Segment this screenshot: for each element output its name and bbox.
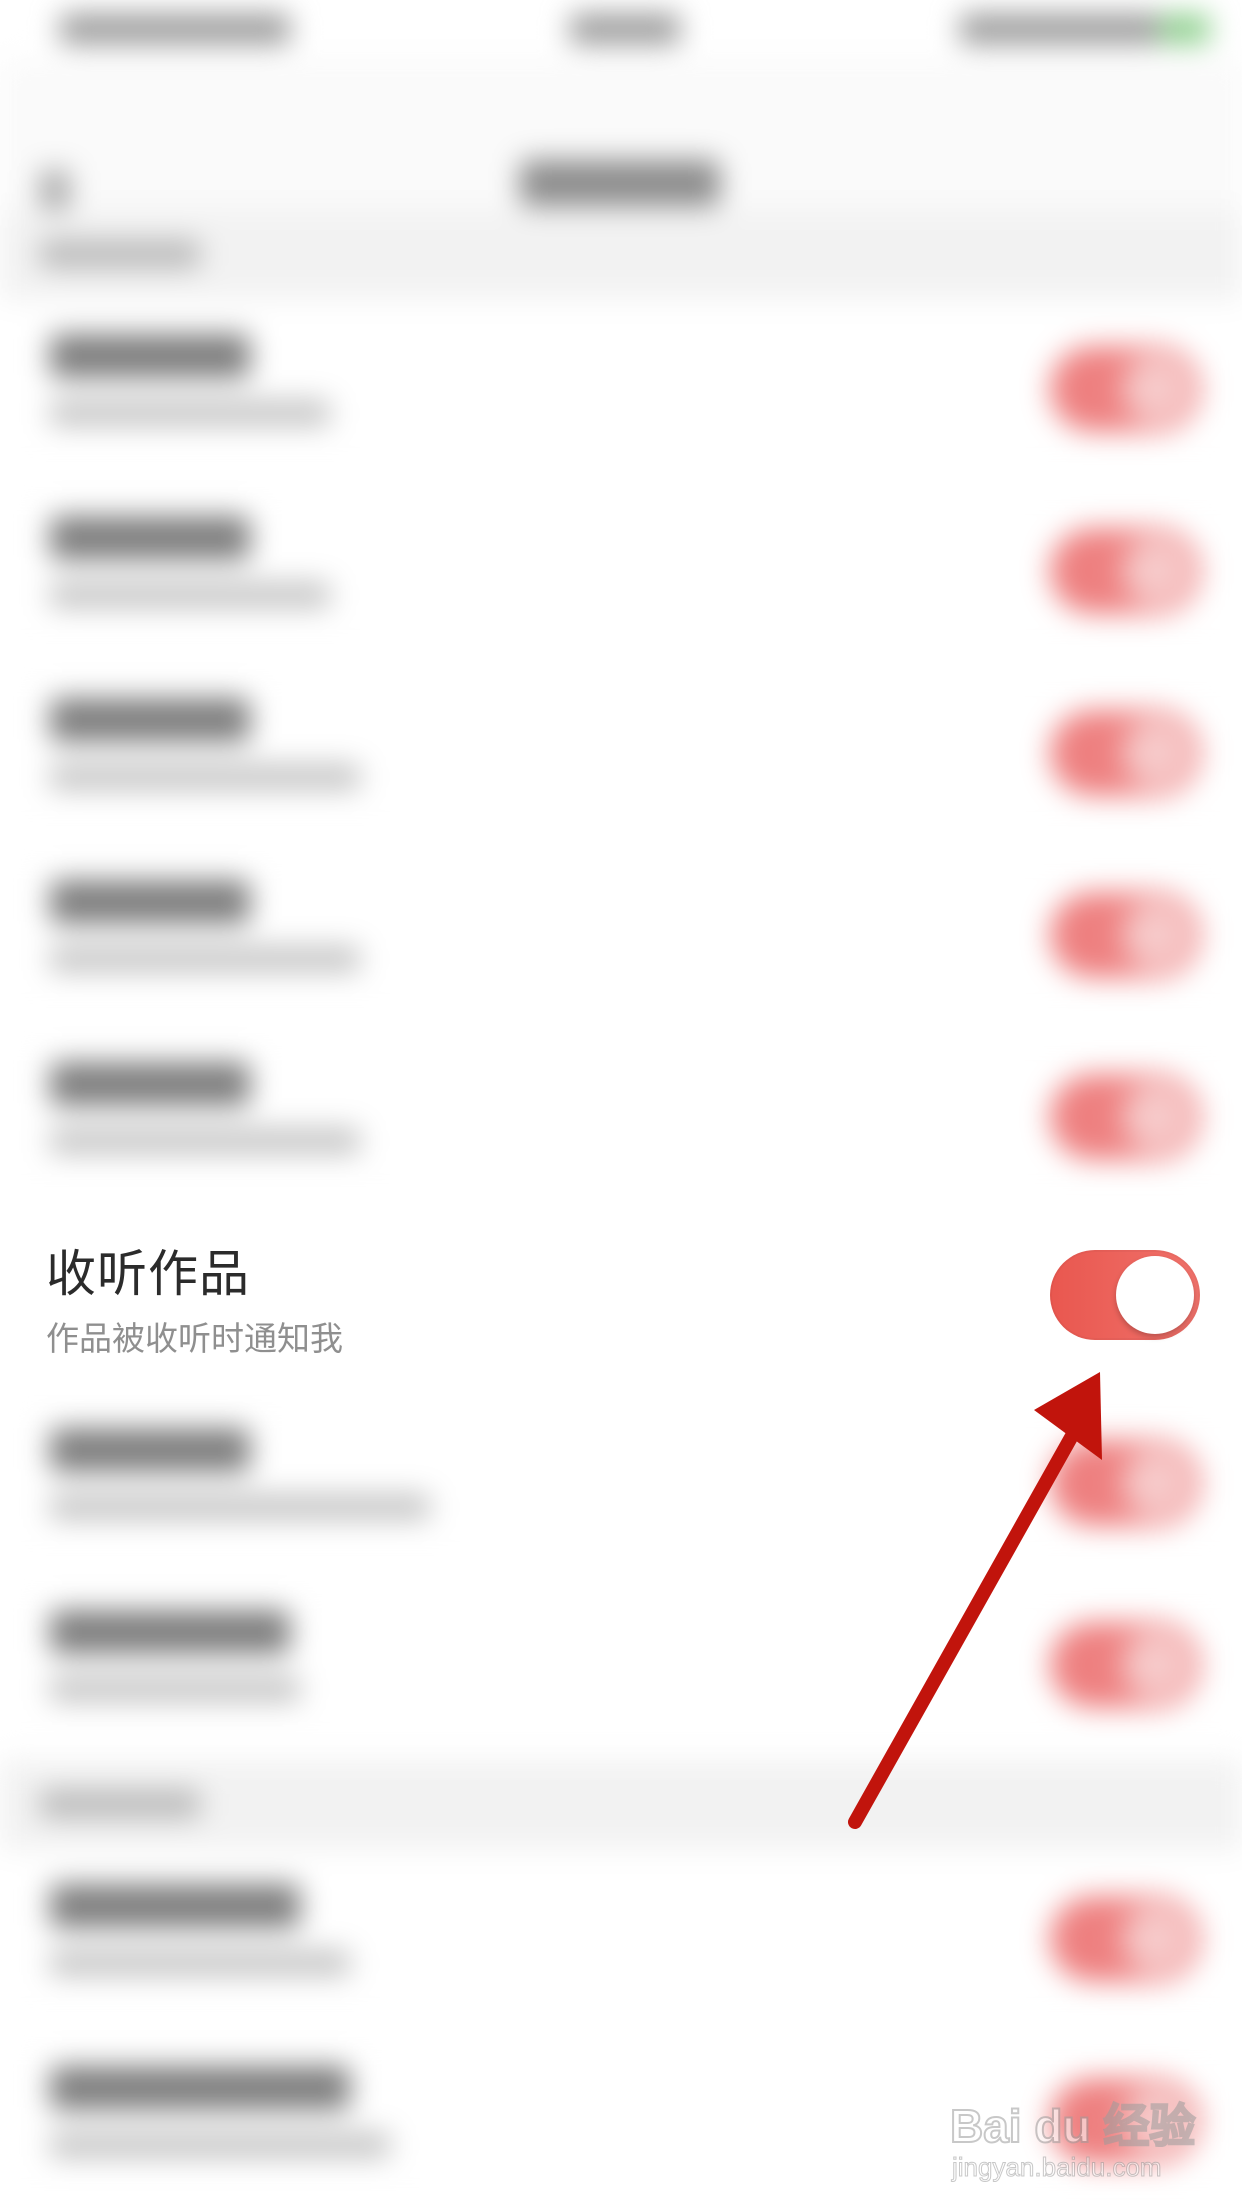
battery-icon bbox=[1160, 14, 1210, 44]
setting-title: 收听作品 bbox=[46, 1245, 250, 1303]
setting-row-subtitle bbox=[50, 1494, 430, 1520]
setting-toggle[interactable] bbox=[1050, 1074, 1200, 1160]
setting-row[interactable] bbox=[0, 1394, 1242, 1574]
setting-row[interactable] bbox=[0, 1028, 1242, 1208]
section-header-label bbox=[40, 240, 200, 268]
setting-row-subtitle bbox=[50, 1950, 350, 1976]
setting-row-subtitle bbox=[50, 946, 360, 972]
setting-toggle[interactable] bbox=[1050, 892, 1200, 978]
blurred-background bbox=[0, 0, 1242, 2208]
watermark-logo: Bai du 经验 bbox=[949, 2099, 1196, 2153]
section-header bbox=[0, 210, 1242, 300]
setting-subtitle: 作品被收听时通知我 bbox=[46, 1319, 343, 1358]
back-icon[interactable] bbox=[40, 170, 70, 210]
watermark-url: jingyan.baidu.com bbox=[952, 2152, 1163, 2183]
setting-row-title bbox=[50, 1884, 300, 1928]
setting-toggle[interactable] bbox=[1050, 346, 1200, 432]
setting-row-subtitle bbox=[50, 1128, 360, 1154]
setting-row[interactable] bbox=[0, 664, 1242, 844]
listen-work-setting-row[interactable]: 收听作品 作品被收听时通知我 bbox=[0, 1212, 1242, 1392]
setting-row[interactable] bbox=[0, 300, 1242, 480]
setting-toggle[interactable] bbox=[1050, 710, 1200, 796]
setting-toggle[interactable] bbox=[1050, 1622, 1200, 1708]
setting-row-subtitle bbox=[50, 2132, 390, 2158]
setting-row-title bbox=[50, 880, 250, 924]
setting-row-title bbox=[50, 2066, 350, 2110]
section-header-label bbox=[40, 1790, 200, 1818]
setting-row[interactable] bbox=[0, 1576, 1242, 1756]
setting-toggle[interactable] bbox=[1050, 528, 1200, 614]
setting-row-title bbox=[50, 1610, 290, 1654]
listen-work-toggle[interactable] bbox=[1050, 1250, 1200, 1340]
setting-row[interactable] bbox=[0, 846, 1242, 1026]
setting-toggle[interactable] bbox=[1050, 1440, 1200, 1526]
setting-row-title bbox=[50, 334, 250, 378]
status-bar bbox=[0, 0, 1242, 60]
setting-row-subtitle bbox=[50, 400, 330, 426]
setting-row[interactable] bbox=[0, 1850, 1242, 2030]
nav-title bbox=[520, 160, 720, 206]
status-bar-indicators bbox=[960, 14, 1160, 44]
notification-settings-screen: 收听作品 作品被收听时通知我 Bai du 经验 jingyan.baidu.c… bbox=[0, 0, 1242, 2208]
status-bar-carrier bbox=[60, 14, 290, 44]
baidu-jingyan-watermark: Bai du 经验 jingyan.baidu.com bbox=[949, 2080, 1230, 2200]
setting-row-subtitle bbox=[50, 1676, 300, 1702]
setting-row-subtitle bbox=[50, 764, 360, 790]
section-header bbox=[0, 1760, 1242, 1850]
setting-row-title bbox=[50, 1428, 250, 1472]
setting-row[interactable] bbox=[0, 482, 1242, 662]
nav-bar bbox=[0, 60, 1242, 210]
setting-row-title bbox=[50, 516, 250, 560]
setting-row-title bbox=[50, 1062, 250, 1106]
setting-row-title bbox=[50, 698, 250, 742]
toggle-knob[interactable] bbox=[1116, 1256, 1194, 1334]
status-bar-time bbox=[570, 14, 680, 44]
setting-toggle[interactable] bbox=[1050, 1896, 1200, 1982]
setting-row-subtitle bbox=[50, 582, 330, 608]
